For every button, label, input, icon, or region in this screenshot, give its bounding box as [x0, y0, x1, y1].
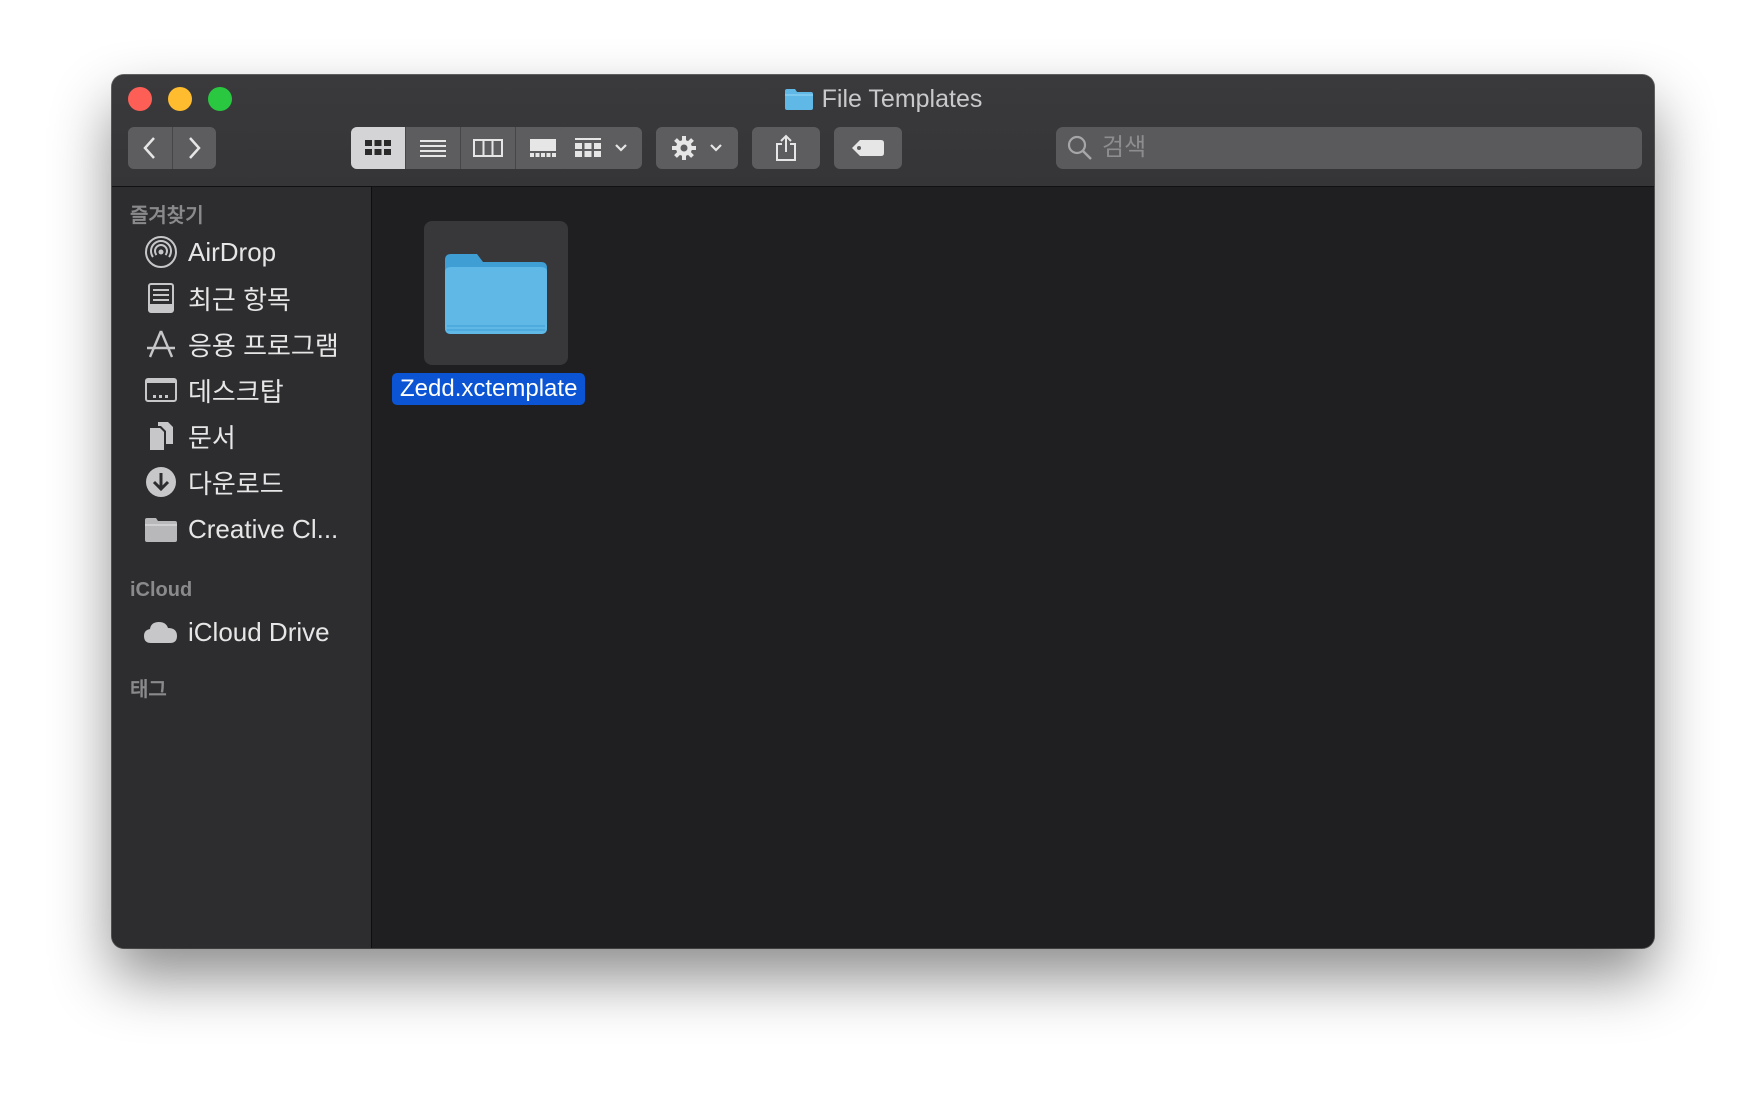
search-icon — [1067, 135, 1092, 160]
tags-header: 태그 — [130, 679, 167, 701]
sidebar-item-label: 최근 항목 — [188, 284, 291, 315]
applications-icon — [142, 325, 180, 363]
sidebar-item-label: AirDrop — [188, 236, 277, 267]
icloud-header: iCloud — [130, 579, 193, 601]
sidebar: 즐겨찾기 AirDrop 최근 항목 응용 프로그램 데스크탑 문서 다운로드 … — [112, 187, 372, 948]
file-name-label[interactable]: Zedd.xctemplate — [392, 373, 586, 405]
folder-icon — [142, 510, 180, 548]
toolbar: File Templates — [112, 75, 1654, 187]
sidebar-item-applications[interactable]: 응용 프로그램 — [142, 323, 339, 365]
navigation-buttons — [128, 127, 216, 169]
documents-icon — [142, 417, 180, 455]
window-title: File Templates — [112, 83, 1654, 119]
sidebar-item-recents[interactable]: 최근 항목 — [142, 277, 291, 319]
chevron-down-icon — [615, 144, 627, 152]
column-view-button[interactable] — [461, 127, 516, 169]
sidebar-item-label: 응용 프로그램 — [188, 330, 339, 361]
chevron-left-icon — [143, 137, 155, 159]
window-title-text: File Templates — [821, 85, 983, 113]
chevron-right-icon — [189, 137, 201, 159]
columns-icon — [473, 139, 503, 157]
sidebar-item-label: 데스크탑 — [188, 376, 284, 407]
sidebar-item-documents[interactable]: 문서 — [142, 415, 236, 457]
recents-icon — [142, 279, 180, 317]
list-view-button[interactable] — [406, 127, 461, 169]
share-button[interactable] — [752, 127, 820, 169]
tag-icon — [852, 140, 884, 156]
gallery-icon — [530, 139, 556, 157]
favorites-header: 즐겨찾기 — [130, 205, 204, 227]
airdrop-icon — [142, 233, 180, 271]
icon-view-button[interactable] — [351, 127, 406, 169]
gear-icon — [672, 136, 696, 160]
downloads-icon — [142, 463, 180, 501]
share-icon — [776, 134, 796, 161]
icon-grid-icon — [365, 140, 391, 155]
sidebar-item-airdrop[interactable]: AirDrop — [142, 231, 276, 273]
search-input[interactable] — [1100, 127, 1642, 169]
sidebar-item-icloud-drive[interactable]: iCloud Drive — [142, 611, 330, 653]
sidebar-item-label: iCloud Drive — [188, 616, 330, 647]
file-item[interactable] — [424, 221, 568, 365]
search-field[interactable] — [1056, 127, 1642, 169]
chevron-down-icon — [710, 144, 722, 152]
sidebar-item-creative-cloud[interactable]: Creative Cl... — [142, 508, 338, 550]
sidebar-item-desktop[interactable]: 데스크탑 — [142, 369, 284, 411]
sidebar-item-label: 문서 — [188, 422, 236, 453]
folder-icon — [445, 254, 547, 334]
sidebar-item-downloads[interactable]: 다운로드 — [142, 461, 284, 503]
tags-button[interactable] — [834, 127, 902, 169]
desktop-icon — [142, 371, 180, 409]
list-icon — [420, 140, 446, 157]
action-button[interactable] — [656, 127, 738, 169]
group-grid-icon — [575, 138, 601, 157]
folder-icon — [784, 87, 814, 119]
finder-window: File Templates 검색 즐겨찾기 AirDrop 최근 항목 응용 … — [112, 75, 1654, 948]
cloud-icon — [142, 613, 180, 651]
back-button[interactable] — [128, 127, 173, 169]
sidebar-item-label: Creative Cl... — [188, 513, 339, 544]
sidebar-item-label: 다운로드 — [188, 468, 284, 499]
forward-button[interactable] — [173, 127, 217, 169]
view-mode-control — [351, 127, 570, 169]
group-by-button[interactable] — [560, 127, 642, 169]
